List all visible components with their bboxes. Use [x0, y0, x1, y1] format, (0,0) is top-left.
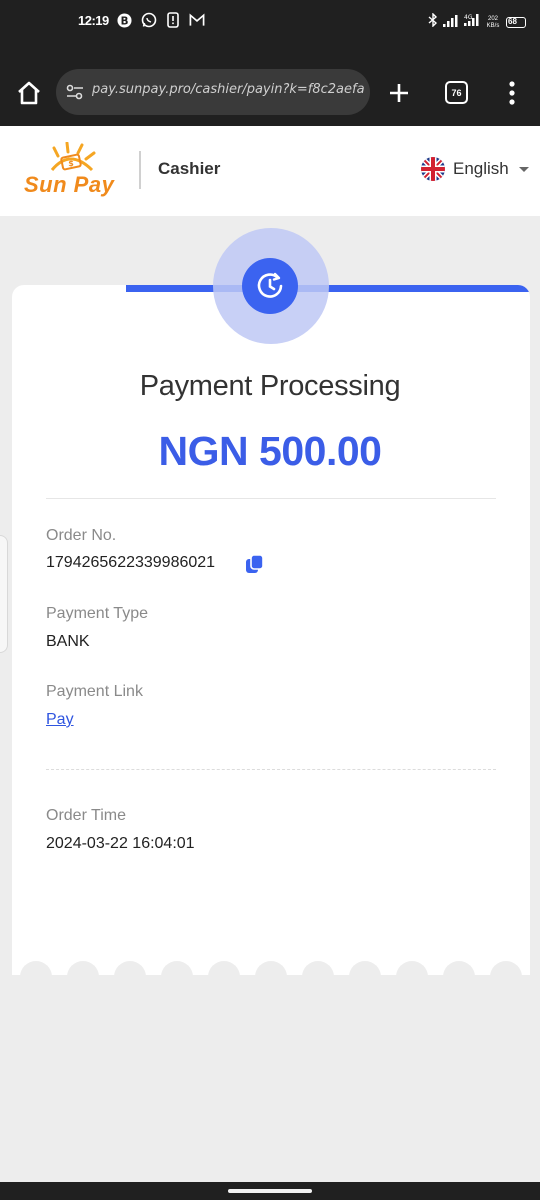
order-no-value: 1794265622339986021	[46, 554, 216, 571]
whatsapp-icon	[141, 12, 157, 28]
copy-order-no-button[interactable]	[245, 554, 265, 574]
tab-switcher-button[interactable]: 76	[445, 81, 468, 104]
signal-4g-icon: 4G	[464, 13, 480, 32]
order-time-label: Order Time	[46, 807, 127, 824]
notification-b-icon: B	[117, 12, 133, 28]
language-label: English	[453, 159, 509, 178]
tab-count: 76	[451, 87, 462, 98]
language-selector[interactable]: English	[421, 157, 529, 181]
plus-icon	[390, 84, 408, 102]
payment-status-title: Payment Processing	[139, 370, 401, 402]
status-bar: 12:19 B 4G 202 KB/s 68	[0, 0, 540, 48]
page-title: Cashier	[158, 159, 221, 178]
payment-link-label: Payment Link	[46, 683, 143, 700]
payment-amount: NGN 500.00	[158, 428, 382, 474]
site-settings-icon[interactable]	[65, 82, 85, 102]
copy-icon	[246, 554, 264, 573]
gmail-icon	[189, 12, 205, 28]
network-speed: 202 KB/s	[486, 15, 500, 29]
home-gesture-handle[interactable]	[228, 1189, 312, 1193]
browser-menu-button[interactable]	[500, 80, 524, 106]
side-drawer-handle[interactable]	[0, 535, 8, 653]
browser-toolbar: pay.sunpay.pro/cashier/payin?k=f8c2aefad…	[0, 48, 540, 126]
url-text[interactable]: pay.sunpay.pro/cashier/payin?k=f8c2aefad…	[92, 82, 364, 97]
new-tab-button[interactable]	[384, 78, 414, 108]
processing-clock-icon	[242, 258, 298, 314]
order-no-label: Order No.	[46, 527, 117, 544]
system-nav-bar	[0, 1182, 540, 1200]
home-icon	[18, 81, 40, 105]
uk-flag-icon	[421, 157, 445, 181]
payment-type-value: BANK	[46, 633, 90, 650]
card-scalloped-edge	[12, 960, 530, 975]
more-vert-icon	[509, 81, 515, 105]
sunpay-logo[interactable]: $ Sun Pay	[22, 142, 118, 202]
svg-text:$: $	[68, 159, 74, 168]
alert-icon	[165, 12, 181, 28]
header-divider	[139, 151, 141, 189]
divider	[46, 498, 496, 499]
payment-link[interactable]: Pay	[46, 711, 74, 729]
brand-name: Sun Pay	[24, 172, 115, 197]
battery-level: 68	[508, 17, 517, 26]
dashed-divider	[46, 769, 496, 770]
svg-text:B: B	[121, 15, 129, 27]
site-header: $ Sun Pay Cashier English	[0, 126, 540, 216]
svg-text:4G: 4G	[464, 14, 473, 21]
address-bar[interactable]: pay.sunpay.pro/cashier/payin?k=f8c2aefad…	[56, 69, 370, 115]
home-button[interactable]	[14, 78, 44, 108]
payment-type-label: Payment Type	[46, 605, 148, 622]
battery-icon: 68	[506, 17, 526, 28]
bluetooth-icon	[428, 12, 438, 32]
chevron-down-icon	[518, 166, 529, 172]
status-time: 12:19	[78, 12, 109, 28]
signal-icon	[443, 14, 459, 32]
order-time-value: 2024-03-22 16:04:01	[46, 835, 195, 852]
